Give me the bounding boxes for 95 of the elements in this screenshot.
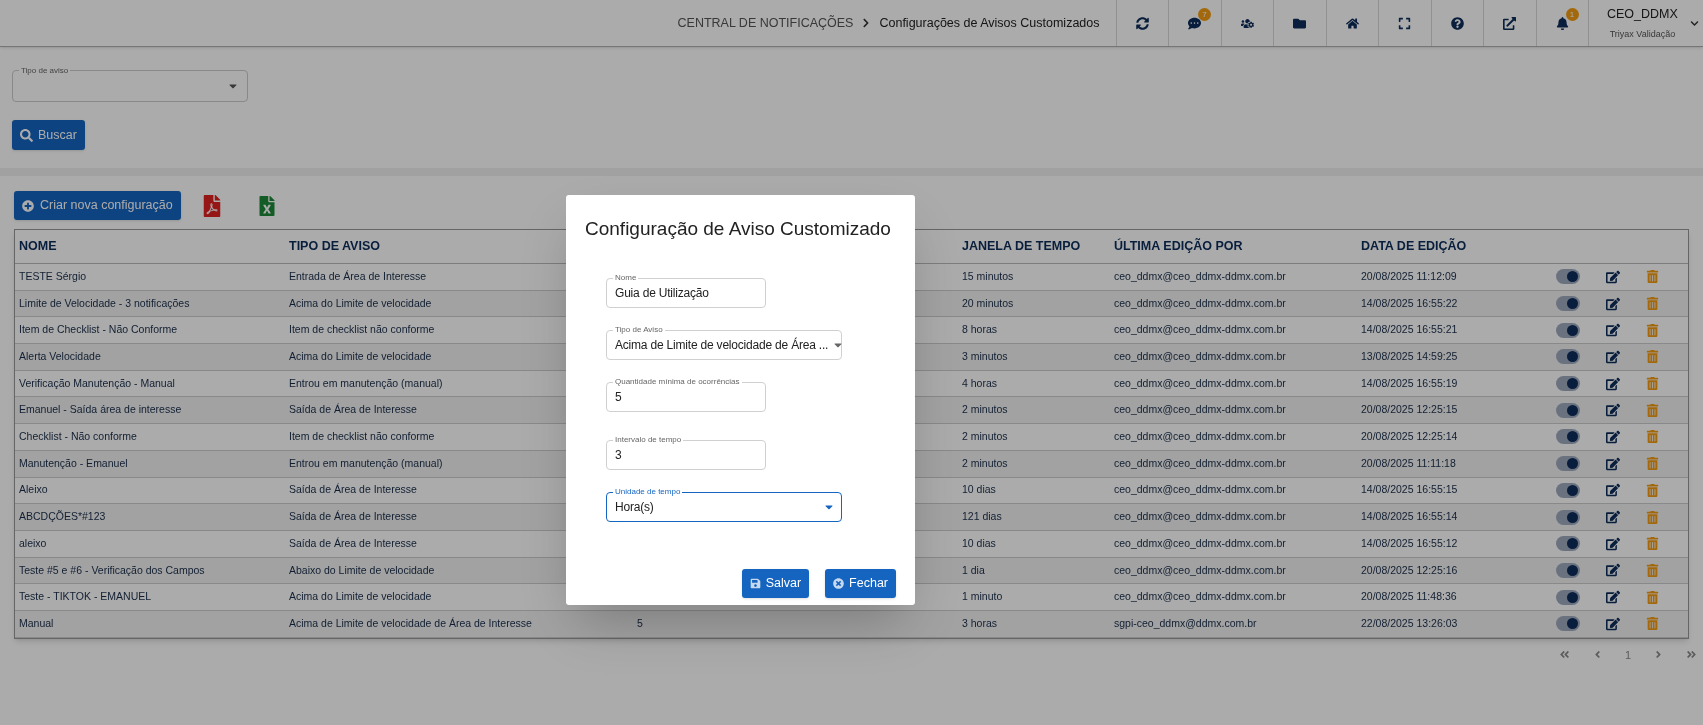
- table-cell-text: sgpi-ceo_ddmx@ddmx.com.br: [1113, 615, 1257, 631]
- table-cell-text: 3 horas: [961, 615, 998, 631]
- table-cell-text: 3 minutos: [961, 349, 1008, 365]
- table-cell-text: Item de checklist não conforme: [288, 429, 435, 445]
- field-value: Acima de Limite de velocidade de Área ...: [615, 336, 829, 354]
- create-button[interactable]: Criar nova configuração: [14, 191, 181, 220]
- user-menu[interactable]: CEO_DDMX Triyax Validação: [1588, 0, 1703, 46]
- table-cell-text: Verificação Manutenção - Manual: [18, 375, 175, 391]
- table-cell-text: 14/08/2025 16:55:15: [1360, 482, 1458, 498]
- column-header: NOME: [18, 238, 58, 256]
- table-cell-text: 15 minutos: [961, 268, 1014, 284]
- table-cell-text: ceo_ddmx@ceo_ddmx-ddmx.com.br: [1113, 455, 1286, 471]
- table-cell-text: 20/08/2025 12:25:16: [1360, 562, 1458, 578]
- table-cell-text: Entrou em manutenção (manual): [288, 455, 443, 471]
- table-cell-text: 14/08/2025 16:55:21: [1360, 322, 1458, 338]
- table-cell-text: 14/08/2025 16:55:22: [1360, 295, 1458, 311]
- table-cell-text: ceo_ddmx@ceo_ddmx-ddmx.com.br: [1113, 268, 1286, 284]
- table-cell-text: Teste - TIKTOK - EMANUEL: [18, 589, 152, 605]
- table-cell-text: Item de Checklist - Não Conforme: [18, 322, 178, 338]
- table-cell-text: 14/08/2025 16:55:12: [1360, 535, 1458, 551]
- table-cell-text: 121 dias: [961, 509, 1002, 525]
- table-cell-text: Manutenção - Emanuel: [18, 455, 128, 471]
- table-cell-text: 14/08/2025 16:55:19: [1360, 375, 1458, 391]
- table-cell-text: 20/08/2025 11:48:36: [1360, 589, 1457, 605]
- table-cell-text: ceo_ddmx@ceo_ddmx-ddmx.com.br: [1113, 562, 1286, 578]
- table-cell-text: Item de checklist não conforme: [288, 322, 435, 338]
- notification-badge: 7: [1198, 8, 1211, 21]
- column-header: DATA DE EDIÇÃO: [1360, 237, 1468, 256]
- table-cell-text: Entrou em manutenção (manual): [288, 375, 443, 391]
- field-value: 3: [615, 446, 623, 464]
- table-cell-text: 2 minutos: [961, 402, 1008, 418]
- table-cell-text: ceo_ddmx@ceo_ddmx-ddmx.com.br: [1113, 509, 1286, 525]
- close-button[interactable]: Fechar: [825, 569, 896, 598]
- table-cell-text: Limite de Velocidade - 3 notificações: [18, 295, 190, 311]
- table-cell-text: Saída de Área de Interesse: [288, 509, 417, 525]
- table-cell-text: ABCDÇÕES*#123: [18, 509, 106, 525]
- table-cell-text: 22/08/2025 13:26:03: [1360, 615, 1458, 631]
- table-cell-text: 10 dias: [961, 535, 996, 551]
- field-value: Guia de Utilização: [615, 284, 710, 302]
- table-cell-text: Emanuel - Saída área de interesse: [18, 402, 182, 418]
- page-number[interactable]: 1: [1624, 646, 1631, 664]
- table-cell-text: Saída de Área de Interesse: [288, 535, 417, 551]
- table-cell-text: 20/08/2025 12:25:15: [1360, 402, 1458, 418]
- table-cell-text: 2 minutos: [961, 455, 1008, 471]
- table-cell-text: 8 horas: [961, 322, 998, 338]
- table-cell-text: 20/08/2025 12:25:14: [1360, 429, 1458, 445]
- table-cell-text: ceo_ddmx@ceo_ddmx-ddmx.com.br: [1113, 589, 1286, 605]
- table-cell-text: ceo_ddmx@ceo_ddmx-ddmx.com.br: [1113, 429, 1286, 445]
- table-cell-text: Acima do Limite de velocidade: [288, 589, 432, 605]
- table-cell-text: 14/08/2025 16:55:14: [1360, 509, 1458, 525]
- field-value: Hora(s): [615, 498, 655, 516]
- save-button[interactable]: Salvar: [741, 569, 810, 598]
- table-cell-text: TESTE Sérgio: [18, 268, 87, 284]
- table-cell-text: 1 dia: [961, 562, 985, 578]
- table-cell-text: 1 minuto: [961, 589, 1003, 605]
- field-value: 5: [615, 388, 623, 406]
- search-button[interactable]: Buscar: [12, 120, 85, 150]
- table-cell-text: Acima do Limite de velocidade: [288, 295, 432, 311]
- page-title: Configurações de Avisos Customizados: [879, 14, 1100, 32]
- table-cell-text: Saída de Área de Interesse: [288, 482, 417, 498]
- table-cell-text: Checklist - Não conforme: [18, 429, 137, 445]
- table-cell-text: 2 minutos: [961, 429, 1008, 445]
- table-cell-text: Saída de Área de Interesse: [288, 402, 417, 418]
- table-cell-text: Alerta Velocidade: [18, 349, 101, 365]
- table-cell-text: Teste #5 e #6 - Verificação dos Campos: [18, 562, 205, 578]
- column-header: ÚLTIMA EDIÇÃO POR: [1113, 237, 1244, 256]
- organization-name: Triyax Validação: [1609, 27, 1676, 41]
- table-cell-text: 5: [636, 615, 643, 631]
- table-cell-text: Acima do Limite de velocidade: [288, 349, 432, 365]
- column-header: TIPO DE AVISO: [288, 238, 381, 256]
- table-cell-text: 13/08/2025 14:59:25: [1360, 349, 1458, 365]
- table-cell-text: 4 horas: [961, 375, 998, 391]
- dialog-title: Configuração de Aviso Customizado: [585, 217, 892, 241]
- table-cell-text: ceo_ddmx@ceo_ddmx-ddmx.com.br: [1113, 402, 1286, 418]
- table-cell-text: ceo_ddmx@ceo_ddmx-ddmx.com.br: [1113, 535, 1286, 551]
- notification-badge: 1: [1565, 8, 1579, 21]
- table-cell-text: aleixo: [18, 535, 47, 551]
- table-cell-text: Acima de Limite de velocidade de Área de Interesse: [288, 615, 532, 631]
- table-cell-text: ceo_ddmx@ceo_ddmx-ddmx.com.br: [1113, 482, 1286, 498]
- table-cell-text: 20/08/2025 11:12:09: [1360, 268, 1457, 284]
- user-name: CEO_DDMX: [1607, 5, 1678, 23]
- column-header: JANELA DE TEMPO: [961, 238, 1082, 256]
- table-cell-text: 10 dias: [961, 482, 996, 498]
- table-cell-text: ceo_ddmx@ceo_ddmx-ddmx.com.br: [1113, 295, 1286, 311]
- table-cell-text: Aleixo: [18, 482, 48, 498]
- table-cell-text: 20 minutos: [961, 295, 1014, 311]
- table-cell-text: ceo_ddmx@ceo_ddmx-ddmx.com.br: [1113, 322, 1286, 338]
- table-cell-text: Abaixo do Limite de velocidade: [288, 562, 435, 578]
- table-cell-text: ceo_ddmx@ceo_ddmx-ddmx.com.br: [1113, 349, 1286, 365]
- field-label: Tipo de aviso: [19, 65, 71, 76]
- table-cell-text: Entrada de Área de Interesse: [288, 268, 427, 284]
- table-cell-text: Manual: [18, 615, 54, 631]
- table-cell-text: 20/08/2025 11:11:18: [1360, 455, 1456, 471]
- breadcrumb-link[interactable]: CENTRAL DE NOTIFICAÇÕES: [677, 13, 854, 33]
- table-cell-text: ceo_ddmx@ceo_ddmx-ddmx.com.br: [1113, 375, 1286, 391]
